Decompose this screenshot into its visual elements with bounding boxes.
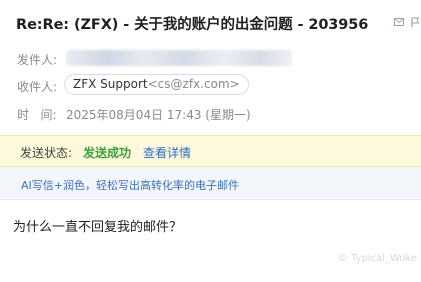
send-status-value: 发送成功 <box>83 146 132 160</box>
sender-label: 发件人: <box>17 53 58 67</box>
send-status-label: 发送状态: <box>20 146 73 160</box>
recipient-chip[interactable]: ZFX Support<cs@zfx.com> <box>64 74 249 95</box>
email-header: Re:Re: (ZFX) - 关于我的账户的出金问题 - 203956 发件人:… <box>0 0 421 126</box>
time-label: 时 间: <box>17 108 57 122</box>
recipient-name: ZFX Support <box>73 77 148 91</box>
header-actions <box>393 15 421 29</box>
sender-row: 发件人: <box>17 51 63 68</box>
watermark: © Typical_Woke <box>338 253 417 264</box>
send-status-bar: 发送状态: 发送成功 查看详情 <box>0 135 421 167</box>
email-subject: Re:Re: (ZFX) - 关于我的账户的出金问题 - 203956 <box>16 17 369 33</box>
flag-icon[interactable] <box>409 15 421 29</box>
view-details-link[interactable]: 查看详情 <box>143 144 191 161</box>
recipient-address: <cs@zfx.com> <box>147 77 240 91</box>
watermark-text: © Typical_Woke <box>337 253 417 264</box>
ai-writing-banner: AI写信+润色，轻松写出高转化率的电子邮件 <box>0 167 421 200</box>
recipient-row: 收件人: <box>17 78 63 95</box>
sender-address-redacted <box>66 50 292 66</box>
time-row: 时 间: <box>17 106 63 123</box>
mail-reply-icon[interactable] <box>393 15 405 29</box>
time-value: 2025年08月04日 17:43 (星期一) <box>66 108 251 122</box>
recipient-label: 收件人: <box>17 80 58 94</box>
ai-writing-link[interactable]: AI写信+润色，轻松写出高转化率的电子邮件 <box>21 177 239 193</box>
email-body: 为什么一直不回复我的邮件？ <box>13 220 183 235</box>
